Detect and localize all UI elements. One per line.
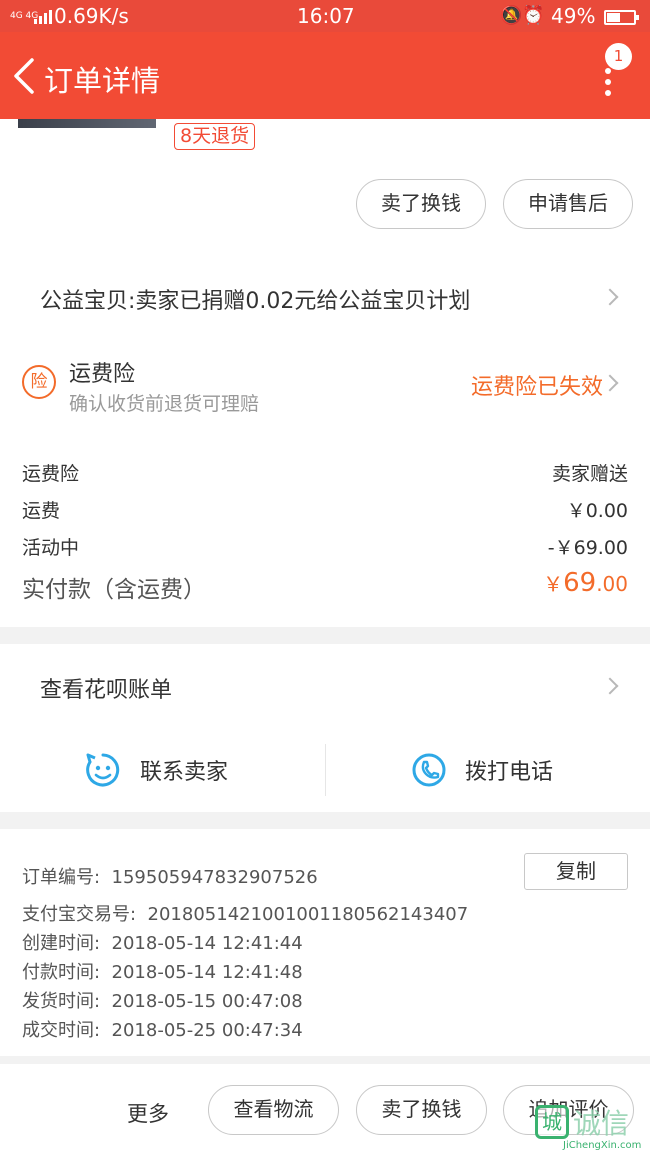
- back-arrow-icon[interactable]: [8, 54, 44, 98]
- product-section: 8天退货 卖了换钱 申请售后: [0, 119, 650, 250]
- info-row: 创建时间: 2018-05-14 12:41:44: [22, 929, 303, 955]
- divider: [325, 744, 326, 796]
- payment-section: 公益宝贝:卖家已捐赠0.02元给公益宝贝计划 险 运费险 确认收货前退货可理赔 …: [0, 250, 650, 627]
- total-label: 实付款（含运费）: [22, 577, 206, 603]
- after-sale-button[interactable]: 申请售后: [503, 179, 633, 229]
- nav-bar: 订单详情 1: [0, 32, 650, 119]
- info-label: 创建时间:: [22, 933, 101, 954]
- huabei-bill-row[interactable]: 查看花呗账单: [40, 672, 172, 704]
- fee-value: -￥69.00: [547, 537, 628, 559]
- fee-value: ￥0.00: [566, 500, 628, 522]
- product-thumbnail[interactable]: [18, 119, 156, 128]
- insurance-icon: 险: [22, 365, 56, 399]
- contact-seller-label: 联系卖家: [140, 760, 229, 785]
- contact-seller-button[interactable]: 联系卖家: [84, 742, 228, 798]
- copy-button[interactable]: 复制: [524, 853, 628, 890]
- alarm-icon: ⏰: [522, 5, 545, 26]
- total-decimal: .00: [596, 572, 628, 596]
- insurance-title: 运费险: [69, 362, 136, 387]
- sell-button[interactable]: 卖了换钱: [356, 1085, 487, 1135]
- charity-row[interactable]: 公益宝贝:卖家已捐赠0.02元给公益宝贝计划: [40, 283, 470, 315]
- sell-button[interactable]: 卖了换钱: [356, 179, 486, 229]
- watermark-text: 诚信: [573, 1107, 630, 1140]
- info-label: 支付宝交易号:: [22, 904, 137, 925]
- notification-badge: 1: [605, 43, 632, 70]
- more-menu-icon[interactable]: [596, 68, 620, 96]
- site-watermark: 城 诚信 JiChengXin.com: [533, 1102, 650, 1155]
- currency-symbol: ￥: [543, 572, 564, 596]
- total-amount: ￥69.00: [543, 568, 628, 598]
- view-logistics-button[interactable]: 查看物流: [208, 1085, 339, 1135]
- fee-label: 运费险: [22, 463, 80, 485]
- order-info-section: 订单编号: 1595059478329075​26 复制 支付宝交易号: 201…: [0, 829, 650, 1056]
- info-value: 2018-05-14 12:41:44: [111, 933, 303, 954]
- chat-face-icon: [86, 753, 120, 787]
- info-label: 发货时间:: [22, 991, 101, 1012]
- battery-percent: 49%: [551, 4, 596, 28]
- chevron-right-icon: [601, 677, 619, 695]
- watermark-logo-icon: 城: [535, 1105, 569, 1139]
- network-speed: 0.69K/s: [54, 4, 129, 28]
- total-integer: 69: [563, 568, 597, 598]
- chevron-right-icon: [601, 374, 619, 392]
- call-phone-button[interactable]: 拨打电话: [411, 742, 553, 798]
- contact-section: 查看花呗账单 联系卖家 拨打电话: [0, 644, 650, 812]
- info-value: 2018-05-15 00:47:08: [111, 991, 303, 1012]
- insurance-status[interactable]: 运费险已失效: [471, 369, 603, 401]
- page-title: 订单详情: [44, 64, 161, 98]
- fee-value: 卖家赠送: [551, 463, 628, 485]
- signal-icon: [34, 10, 52, 24]
- phone-icon: [412, 753, 446, 787]
- order-number-label: 订单编号:: [22, 867, 101, 888]
- info-value: 2018-05-25 00:47:34: [111, 1020, 303, 1041]
- info-row: 付款时间: 2018-05-14 12:41:48: [22, 958, 303, 984]
- more-button[interactable]: 更多: [127, 1098, 169, 1128]
- info-row: 支付宝交易号: 2018051421001001180562143407: [22, 900, 468, 926]
- chevron-right-icon: [601, 288, 619, 306]
- mute-bell-icon: 🔕: [500, 5, 523, 26]
- fee-label: 运费: [22, 500, 61, 522]
- refund-policy-tag: 8天退货: [174, 123, 256, 150]
- clock: 16:07: [297, 4, 355, 28]
- order-number: 订单编号: 1595059478329075​26: [22, 863, 318, 889]
- info-row: 成交时间: 2018-05-25 00:47:34: [22, 1016, 303, 1042]
- info-value: 2018-05-14 12:41:48: [111, 962, 303, 983]
- info-value: 2018051421001001180562143407: [147, 904, 469, 925]
- info-row: 发货时间: 2018-05-15 00:47:08: [22, 987, 303, 1013]
- info-label: 成交时间:: [22, 1020, 101, 1041]
- status-bar: 4G 4G 0.69K/s 16:07 🔕 ⏰ 49%: [0, 0, 650, 32]
- order-number-value: 1595059478329075​26: [111, 867, 318, 888]
- call-phone-label: 拨打电话: [465, 760, 554, 785]
- insurance-subtitle: 确认收货前退货可理赔: [69, 393, 260, 415]
- info-label: 付款时间:: [22, 962, 101, 983]
- watermark-url: JiChengXin.com: [563, 1140, 642, 1151]
- fee-label: 活动中: [22, 537, 80, 559]
- battery-icon: [604, 10, 639, 25]
